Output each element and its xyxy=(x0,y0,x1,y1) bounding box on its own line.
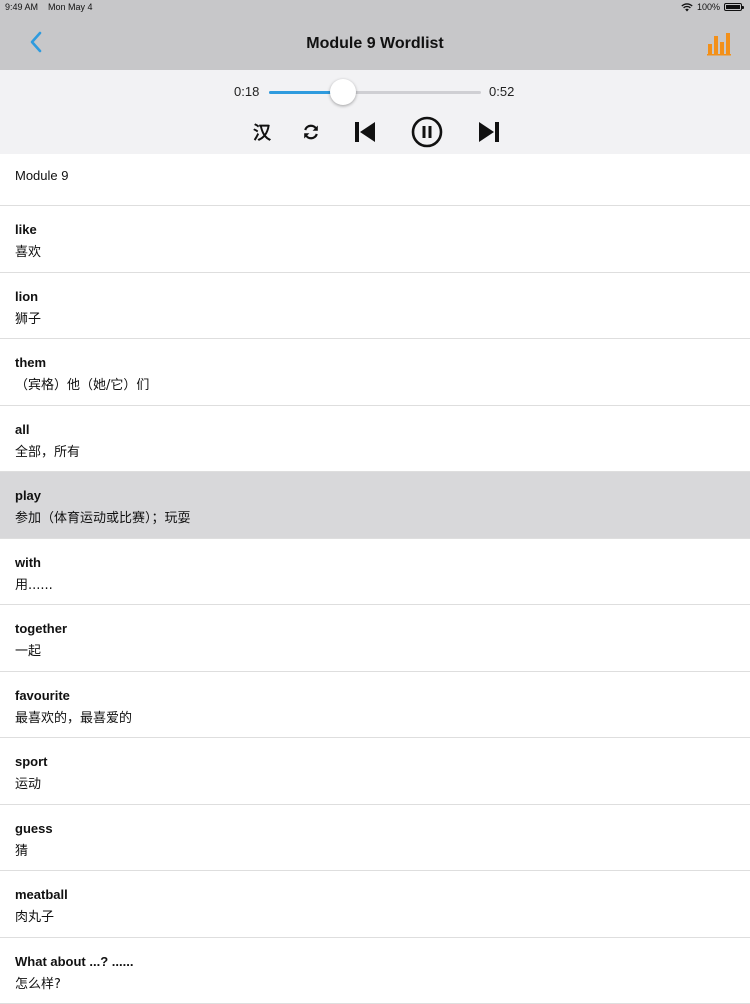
list-item[interactable]: lion 狮子 xyxy=(0,273,750,340)
meaning-label: 肉丸子 xyxy=(15,906,54,925)
bar-chart-icon xyxy=(706,30,732,56)
wifi-icon xyxy=(681,3,693,12)
module-label: Module 9 xyxy=(15,168,68,183)
word-label: them xyxy=(15,355,46,370)
word-label: like xyxy=(15,222,37,237)
word-label: What about ...? ...... xyxy=(15,954,133,969)
stats-button[interactable] xyxy=(706,30,732,56)
previous-button[interactable] xyxy=(352,118,378,146)
page-title: Module 9 Wordlist xyxy=(0,14,750,70)
list-item[interactable]: with 用...... xyxy=(0,539,750,606)
word-label: sport xyxy=(15,754,48,769)
nav-bar: Module 9 Wordlist xyxy=(0,14,750,70)
word-label: favourite xyxy=(15,688,70,703)
list-item[interactable]: like 喜欢 xyxy=(0,206,750,273)
chevron-left-icon xyxy=(29,31,43,53)
meaning-label: 一起 xyxy=(15,640,41,659)
meaning-label: （宾格）他（她/它）们 xyxy=(15,374,149,393)
repeat-button[interactable] xyxy=(300,118,322,146)
list-item[interactable]: sport 运动 xyxy=(0,738,750,805)
word-label: play xyxy=(15,488,41,503)
current-time: 0:18 xyxy=(234,84,259,99)
list-item[interactable]: them （宾格）他（她/它）们 xyxy=(0,339,750,406)
list-item[interactable]: What about ...? ...... 怎么样? xyxy=(0,938,750,1004)
status-bar: 9:49 AM Mon May 4 100% xyxy=(0,0,750,14)
word-label: lion xyxy=(15,289,38,304)
word-list: Module 9 like 喜欢 lion 狮子 them （宾格）他（她/它）们 all 全… xyxy=(0,154,750,1004)
meaning-label: 全部，所有 xyxy=(15,441,80,460)
meaning-label: 运动 xyxy=(15,773,41,792)
status-right: 100% xyxy=(681,0,742,14)
word-label: guess xyxy=(15,821,53,836)
back-button[interactable] xyxy=(22,28,50,56)
pause-circle-icon xyxy=(411,116,443,148)
word-label: together xyxy=(15,621,67,636)
skip-previous-icon xyxy=(353,120,377,144)
repeat-icon xyxy=(301,122,321,142)
word-label: with xyxy=(15,555,41,570)
list-item[interactable]: play 参加（体育运动或比赛）；玩耍 xyxy=(0,472,750,539)
list-item[interactable]: together 一起 xyxy=(0,605,750,672)
meaning-label: 狮子 xyxy=(15,308,41,327)
list-item[interactable]: guess 猜 xyxy=(0,805,750,872)
status-date: Mon May 4 xyxy=(48,0,93,14)
total-time: 0:52 xyxy=(489,84,514,99)
meaning-label: 猜 xyxy=(15,840,28,859)
progress-slider[interactable] xyxy=(269,91,481,94)
meaning-label: 最喜欢的，最喜爱的 xyxy=(15,707,132,726)
list-item[interactable]: all 全部，所有 xyxy=(0,406,750,473)
skip-next-icon xyxy=(477,120,501,144)
next-button[interactable] xyxy=(476,118,502,146)
word-label: all xyxy=(15,422,29,437)
list-header: Module 9 xyxy=(0,154,750,206)
meaning-label: 喜欢 xyxy=(15,241,41,260)
chinese-toggle-button[interactable]: 汉 xyxy=(250,118,274,146)
list-item[interactable]: meatball 肉丸子 xyxy=(0,871,750,938)
pause-button[interactable] xyxy=(411,116,443,148)
list-item[interactable]: favourite 最喜欢的，最喜爱的 xyxy=(0,672,750,739)
audio-player: 0:18 0:52 汉 xyxy=(0,70,750,154)
meaning-label: 参加（体育运动或比赛）；玩耍 xyxy=(15,507,191,526)
meaning-label: 用...... xyxy=(15,574,53,593)
progress-thumb[interactable] xyxy=(330,79,356,105)
battery-percent: 100% xyxy=(697,0,720,14)
status-time: 9:49 AM xyxy=(5,0,38,14)
battery-icon xyxy=(724,3,742,11)
meaning-label: 怎么样? xyxy=(15,973,61,992)
word-label: meatball xyxy=(15,887,68,902)
